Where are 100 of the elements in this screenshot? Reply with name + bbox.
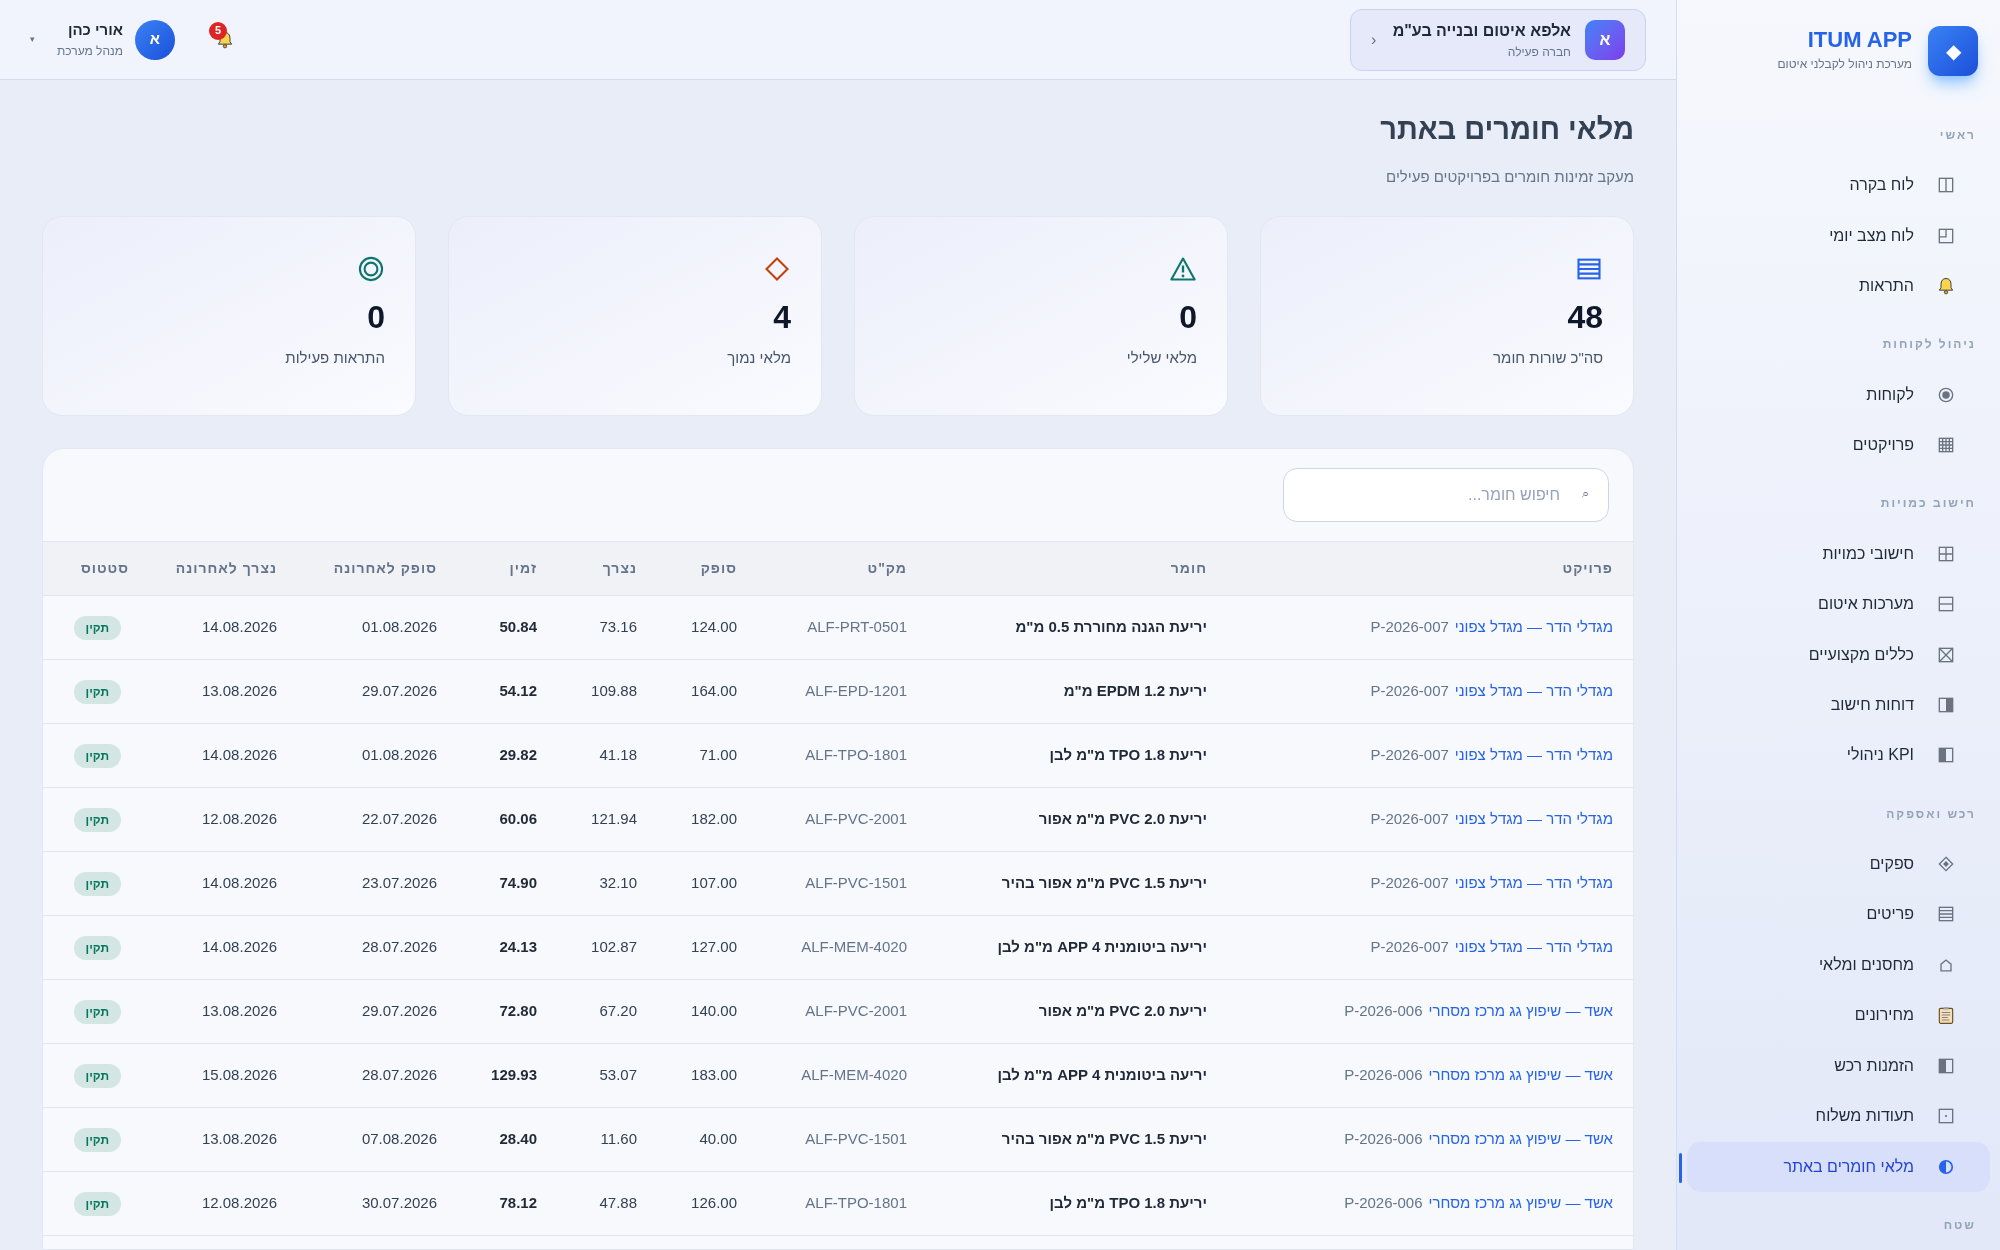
project-code: P-2026-006 [1344, 1193, 1423, 1214]
table-cell: יריעה ביטומנית APP 4 מ"מ לבן [929, 915, 1229, 980]
status-label: תקין [73, 680, 121, 704]
table-cell: 01.08.2026 [299, 723, 459, 788]
user-avatar: א [134, 19, 175, 60]
table-cell: 14.08.2026 [159, 595, 299, 660]
sidebar-item[interactable]: דוחות חישוב [1687, 679, 1990, 731]
table-cell: 40.00 [659, 1107, 759, 1172]
table-cell: יריעת TPO 1.8 מ"מ לבן [929, 723, 1229, 788]
company-status: חברה פעילה [1507, 43, 1571, 61]
status-label: תקין [73, 808, 121, 832]
table-cell: ALF-PVC-1501 [759, 851, 929, 916]
table-cell: 22.07.2026 [299, 787, 459, 852]
table-cell: ALF-TPO-1801 [759, 1171, 929, 1236]
project-link[interactable]: מגדלי הדר — מגדל צפוני [1454, 680, 1613, 703]
column-header: זמין [459, 541, 559, 596]
page-subtitle: מעקב זמינות חומרים בפרויקטים פעילים [1386, 166, 1634, 187]
project-link[interactable]: מגדלי הדר — מגדל צפוני [1454, 616, 1613, 639]
status-label: תקין [73, 936, 121, 960]
company-switcher[interactable]: א אלפא איטום ובנייה בע"מ חברה פעילה ‹ [1350, 8, 1646, 71]
table-cell: ALF-MEM-4020 [759, 915, 929, 980]
clipboard-icon [1936, 1005, 1956, 1026]
sidebar-item[interactable]: פריטים [1687, 889, 1990, 940]
table-cell: 53.07 [559, 1043, 659, 1108]
section-heading: ראשי [1938, 127, 1977, 144]
notification-count: 5 [208, 21, 227, 40]
project-link[interactable]: אשד — שיפוץ גג מרכז מסחרי [1428, 1128, 1613, 1151]
project-code: P-2026-006 [1344, 1065, 1423, 1086]
sidebar-item[interactable]: פרויקטים [1687, 419, 1990, 471]
stat-label: התראות פעילות [285, 348, 385, 368]
status-label: תקין [73, 1064, 121, 1088]
table-cell: 73.16 [559, 595, 659, 660]
sidebar-item[interactable]: התראות [1687, 260, 1990, 312]
table-cell: 29.07.2026 [299, 979, 459, 1044]
user-name: אורי כהן [67, 20, 123, 41]
table-cell: 183.00 [659, 1043, 759, 1108]
sidebar-item[interactable]: מערכות איטום [1687, 578, 1990, 630]
project-code: P-2026-007 [1370, 873, 1449, 894]
sidebar-item[interactable]: תעודות משלוח [1687, 1091, 1990, 1142]
table-cell: 126.00 [659, 1171, 759, 1236]
stat-label: מלאי שלילי [1126, 348, 1197, 368]
search-icon: ⌕ [1582, 485, 1589, 503]
sidebar-item[interactable]: הזמנות רכש [1687, 1040, 1990, 1092]
table-cell: 50.84 [459, 595, 559, 660]
table-cell: 109.88 [559, 659, 659, 724]
sidebar-item[interactable]: חישובי כמויות [1687, 528, 1990, 579]
project-link[interactable]: מגדלי הדר — מגדל צפוני [1454, 744, 1613, 767]
table-cell: 28.07.2026 [299, 1043, 459, 1108]
column-header: סטטוס [43, 541, 159, 596]
table-cell: 182.00 [659, 787, 759, 852]
project-link[interactable]: אשד — שיפוץ גג מרכז מסחרי [1428, 1064, 1613, 1087]
project-link[interactable]: מגדלי הדר — מגדל צפוני [1454, 808, 1613, 831]
stat-label: סה"כ שורות חומר [1493, 348, 1603, 368]
table-cell: ALF-EPD-1201 [759, 659, 929, 724]
status-label: תקין [73, 1000, 121, 1024]
column-header: סופק לאחרונה [299, 541, 459, 596]
table-cell: 107.00 [659, 851, 759, 916]
project-link[interactable]: אשד — שיפוץ גג מרכז מסחרי [1428, 1192, 1613, 1215]
diamond-icon [763, 255, 791, 283]
table-cell: 11.60 [559, 1107, 659, 1172]
sidebar-item[interactable]: ספקים [1687, 838, 1990, 890]
user-menu[interactable]: א אורי כהן מנהל מערכת ▾ [30, 19, 175, 60]
table-cell: 12.08.2026 [159, 1171, 299, 1236]
project-link[interactable]: מגדלי הדר — מגדל צפוני [1454, 872, 1613, 895]
table-cell: ALF-PVC-1501 [759, 1107, 929, 1172]
column-header: נצרך [559, 541, 659, 596]
project-link[interactable]: אשד — שיפוץ גג מרכז מסחרי [1428, 1000, 1613, 1023]
bell-icon [1936, 276, 1956, 297]
sidebar-item[interactable]: כללים מקצועיים [1687, 629, 1990, 680]
table-cell: 54.12 [459, 659, 559, 724]
section-heading: רכש ואספקה [1885, 805, 1977, 823]
project-code: P-2026-006 [1344, 1001, 1423, 1022]
stat-label: מלאי נמוך [727, 348, 791, 368]
table-cell: 30.07.2026 [299, 1171, 459, 1236]
project-code: P-2026-007 [1370, 681, 1449, 702]
project-link[interactable]: מגדלי הדר — מגדל צפוני [1454, 936, 1613, 959]
sidebar-item[interactable]: לוח מצב יומי [1687, 210, 1990, 261]
company-name: אלפא איטום ובנייה בע"מ [1392, 20, 1571, 41]
sidebar-item[interactable]: לוח בקרה [1687, 160, 1990, 211]
active-indicator [1679, 1152, 1682, 1183]
project-code: P-2026-007 [1370, 617, 1449, 638]
table-cell: 72.80 [459, 979, 559, 1044]
sidebar-item[interactable]: מחירונים [1687, 990, 1990, 1041]
sidebar-item[interactable]: לקוחות [1687, 369, 1990, 420]
status-label: תקין [73, 872, 121, 896]
table-cell: 14.08.2026 [159, 851, 299, 916]
column-header: פרויקט [1229, 541, 1633, 596]
table-cell: 23.07.2026 [299, 851, 459, 916]
status-label: תקין [73, 744, 121, 768]
sidebar-item[interactable]: KPI ניהולי [1687, 730, 1990, 781]
sidebar-item[interactable]: מחסנים ומלאי [1687, 939, 1990, 991]
table-cell: 13.08.2026 [159, 1107, 299, 1172]
table-cell: 129.93 [459, 1043, 559, 1108]
table-cell: ALF-PVC-2001 [759, 979, 929, 1044]
app-tagline: מערכת ניהול לקבלני איטום [1777, 56, 1912, 73]
table-cell: יריעת TPO 1.8 מ"מ לבן [929, 1171, 1229, 1236]
warning-icon [1169, 255, 1197, 283]
column-header: נצרך לאחרונה [159, 541, 299, 596]
section-heading: שטח [1942, 1216, 1977, 1234]
table-cell: 102.87 [559, 915, 659, 980]
